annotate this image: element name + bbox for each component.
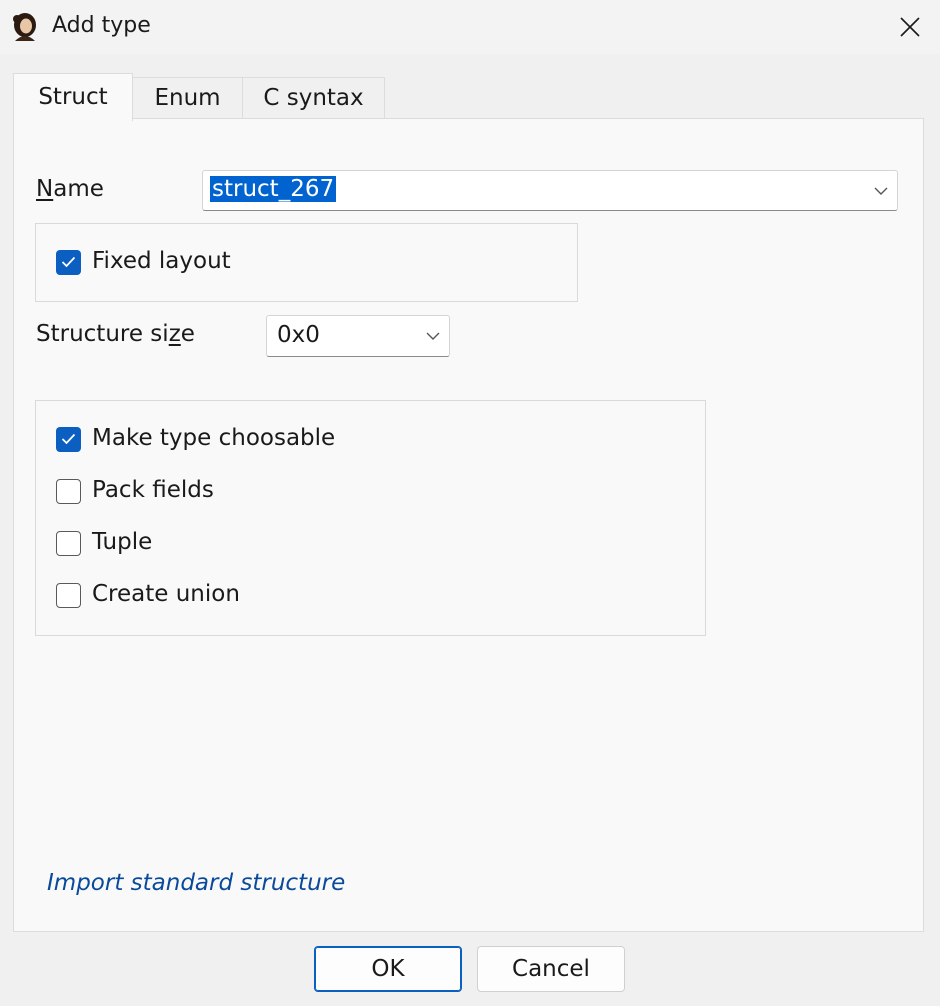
structure-size-combobox[interactable]: 0x0 [266, 315, 450, 357]
tuple-checkbox[interactable] [56, 531, 81, 556]
title-bar: Add type [0, 0, 940, 54]
structure-size-value: 0x0 [277, 322, 320, 348]
tab-struct[interactable]: Struct [13, 73, 133, 121]
tab-enum[interactable]: Enum [132, 77, 243, 118]
name-combobox[interactable]: struct_267 [202, 170, 898, 211]
structure-size-label: Structure size [36, 321, 195, 347]
check-icon [61, 256, 76, 268]
portrait-icon [9, 11, 41, 43]
import-standard-structure-link[interactable]: Import standard structure [47, 870, 345, 896]
tab-c-syntax-label: C syntax [263, 85, 364, 111]
pack-fields-checkbox[interactable] [56, 479, 81, 504]
window-title: Add type [52, 13, 151, 38]
make-type-choosable-checkbox[interactable] [56, 427, 81, 452]
create-union-label[interactable]: Create union [92, 581, 240, 607]
tuple-label[interactable]: Tuple [92, 529, 152, 555]
cancel-button[interactable]: Cancel [477, 946, 625, 992]
tab-enum-label: Enum [154, 85, 221, 111]
tab-c-syntax[interactable]: C syntax [242, 77, 385, 118]
chevron-down-icon [426, 332, 440, 340]
make-type-choosable-label[interactable]: Make type choosable [92, 425, 335, 451]
name-input-value[interactable]: struct_267 [210, 176, 337, 202]
check-icon [61, 433, 76, 445]
fixed-layout-group: Fixed layout [35, 223, 578, 302]
fixed-layout-label[interactable]: Fixed layout [92, 248, 231, 274]
fixed-layout-checkbox[interactable] [56, 250, 81, 275]
tab-struct-label: Struct [38, 84, 108, 110]
options-group: Make type choosable Pack fields Tuple Cr… [35, 400, 706, 636]
pack-fields-label[interactable]: Pack fields [92, 477, 214, 503]
chevron-down-icon [874, 187, 888, 195]
tab-panel: Name struct_267 Fixed layout Structure s… [13, 118, 924, 932]
name-label: Name [36, 176, 104, 202]
ok-button[interactable]: OK [314, 946, 462, 992]
create-union-checkbox[interactable] [56, 583, 81, 608]
close-icon [900, 17, 920, 37]
close-button[interactable] [888, 8, 932, 46]
